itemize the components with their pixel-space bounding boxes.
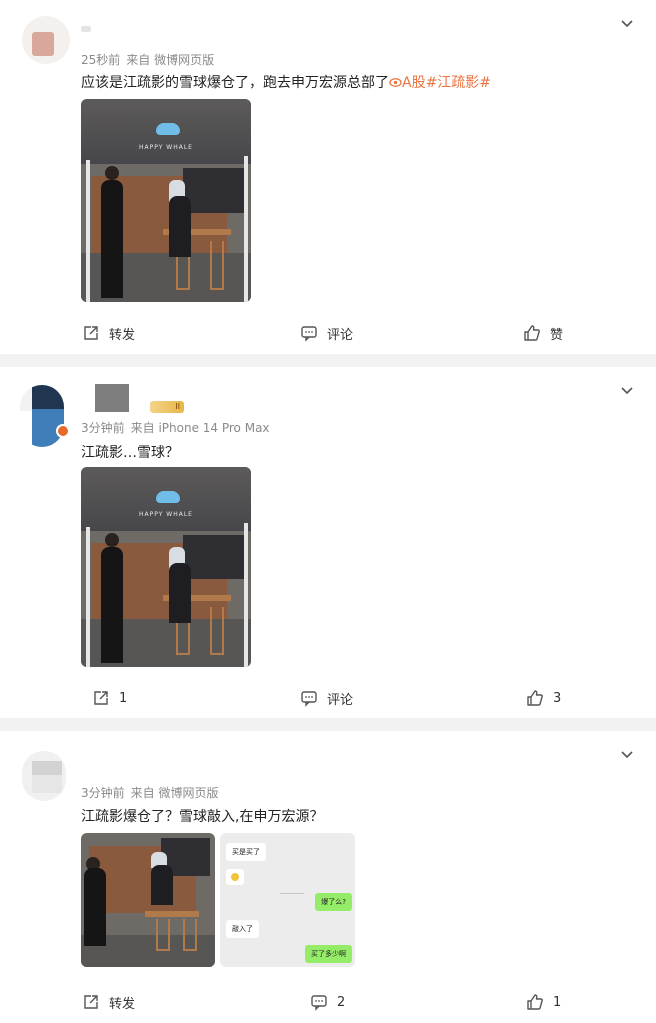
like-count: 3 — [553, 690, 562, 706]
post-time[interactable]: 3分钟前 — [81, 786, 125, 800]
post-body: 江疏影…雪球？ — [81, 445, 179, 461]
repost-label: 转发 — [109, 327, 136, 343]
action-bar: 转发 评论 赞 — [0, 323, 656, 343]
repost-label: 转发 — [109, 996, 136, 1012]
post-image[interactable] — [81, 833, 215, 967]
post-time[interactable]: 25秒前 — [81, 53, 120, 67]
repost-button[interactable]: 转发 — [82, 323, 135, 343]
chat-message: 买是买了 — [226, 843, 266, 861]
chevron-down-icon[interactable] — [620, 747, 634, 761]
stock-tag[interactable]: A股 — [389, 75, 426, 91]
thumbs-up-icon — [527, 690, 543, 706]
post-card: 25秒前 来自 微博网页版 应该是江疏影的雪球爆仓了，跑去申万宏源总部了 A股#江疏… — [0, 0, 656, 354]
post-card: II 3分钟前 来自 iPhone 14 Pro Max 江疏影…雪球？ HAPP… — [0, 367, 656, 718]
topic-tag[interactable]: #江疏影# — [426, 75, 491, 91]
post-image[interactable]: HAPPY WHALE — [81, 467, 251, 667]
like-button[interactable]: 3 — [526, 688, 561, 708]
post-meta: 3分钟前 来自 微博网页版 — [81, 784, 224, 801]
comment-count: 2 — [337, 994, 346, 1010]
avatar[interactable] — [22, 751, 66, 801]
username[interactable] — [95, 384, 129, 412]
comment-icon — [301, 326, 317, 342]
post-text: 应该是江疏影的雪球爆仓了，跑去申万宏源总部了 A股#江疏影# — [81, 72, 491, 92]
repost-button[interactable]: 1 — [92, 688, 127, 708]
post-source: 来自 微博网页版 — [126, 53, 215, 67]
share-icon — [84, 326, 98, 340]
username[interactable] — [81, 26, 91, 32]
post-body: 江疏影爆仓了？雪球敲入,在申万宏源？ — [81, 809, 324, 825]
like-button[interactable]: 1 — [526, 992, 561, 1012]
action-bar: 1 评论 3 — [0, 688, 656, 708]
post-meta: 3分钟前 来自 iPhone 14 Pro Max — [81, 419, 276, 436]
post-text: 江疏影爆仓了？雪球敲入,在申万宏源？ — [81, 806, 323, 826]
level-badge: II — [150, 401, 184, 413]
post-time[interactable]: 3分钟前 — [81, 421, 125, 435]
like-button[interactable]: 赞 — [523, 323, 563, 343]
weibo-feed: 25秒前 来自 微博网页版 应该是江疏影的雪球爆仓了，跑去申万宏源总部了 A股#江疏… — [0, 0, 656, 1023]
chevron-down-icon[interactable] — [620, 383, 634, 397]
post-meta: 25秒前 来自 微博网页版 — [81, 51, 220, 68]
avatar[interactable] — [22, 16, 70, 64]
like-count: 1 — [553, 994, 562, 1010]
whale-logo-icon — [155, 123, 180, 136]
post-body: 应该是江疏影的雪球爆仓了，跑去申万宏源总部了 — [81, 75, 389, 91]
sign-text: HAPPY WHALE — [139, 511, 193, 518]
post-card: 3分钟前 来自 微博网页版 江疏影爆仓了？雪球敲入,在申万宏源？ 买是买了 爆了么… — [0, 731, 656, 1023]
share-icon — [94, 691, 108, 705]
post-text: 江疏影…雪球？ — [81, 442, 179, 462]
like-label: 赞 — [550, 327, 564, 343]
level-badge-text: II — [175, 402, 180, 411]
repost-button[interactable]: 转发 — [82, 992, 135, 1012]
sign-text: HAPPY WHALE — [139, 143, 193, 151]
comment-button[interactable]: 评论 — [300, 688, 353, 708]
comment-label: 评论 — [327, 327, 354, 343]
stock-tag-label: A股 — [402, 75, 426, 91]
chat-screenshot-image[interactable]: 买是买了 爆了么? 敲入了 买了多少啊 — [220, 833, 355, 967]
share-icon — [84, 995, 98, 1009]
comment-label: 评论 — [327, 692, 354, 708]
whale-logo-icon — [155, 491, 180, 503]
action-bar: 转发 2 1 — [0, 992, 656, 1012]
emoji-icon — [226, 869, 244, 885]
post-source: 来自 微博网页版 — [130, 786, 219, 800]
chat-message: 爆了么? — [315, 893, 352, 911]
post-source: 来自 iPhone 14 Pro Max — [130, 421, 270, 435]
comment-button[interactable]: 评论 — [300, 323, 353, 343]
comment-button[interactable]: 2 — [310, 992, 345, 1012]
thumbs-up-icon — [527, 994, 543, 1010]
stock-eye-icon — [389, 78, 402, 87]
repost-count: 1 — [119, 690, 128, 706]
comment-icon — [301, 691, 317, 707]
post-image[interactable]: HAPPY WHALE — [81, 99, 251, 302]
chevron-down-icon[interactable] — [620, 16, 634, 30]
chat-message: 敲入了 — [226, 920, 259, 938]
verified-badge — [56, 424, 70, 438]
comment-icon — [311, 995, 327, 1011]
chat-message: 买了多少啊 — [305, 945, 352, 963]
thumbs-up-icon — [524, 325, 540, 341]
avatar[interactable] — [20, 385, 64, 447]
